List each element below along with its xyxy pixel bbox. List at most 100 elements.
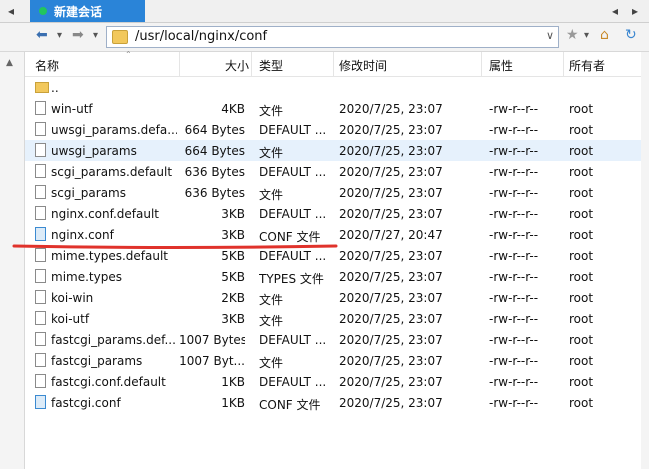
file-owner: root <box>569 291 594 305</box>
column-attr-header[interactable]: 属性 <box>489 57 513 74</box>
file-type: 文件 <box>259 293 284 307</box>
file-list: .. win-utf 4KB 文件 2020/7/25, 23:07 -rw-r--r--… <box>25 77 641 469</box>
file-name: .. <box>51 81 59 95</box>
favorites-dropdown-icon[interactable]: ▾ <box>584 30 589 41</box>
sort-indicator-icon: ⌃ <box>125 50 132 59</box>
file-row[interactable]: scgi_params 636 Bytes 文件 2020/7/25, 23:07 -r… <box>25 182 641 203</box>
file-type: DEFAULT ... <box>259 333 327 347</box>
file-modified: 2020/7/25, 23:07 <box>339 354 443 368</box>
file-attr: -rw-r--r-- <box>489 249 539 263</box>
file-row[interactable]: fastcgi.conf.default 1KB DEFAULT ... 2020/7… <box>25 371 641 392</box>
file-modified: 2020/7/27, 20:47 <box>339 228 443 242</box>
column-divider[interactable] <box>481 52 482 76</box>
file-type: 文件 <box>259 104 284 118</box>
file-icon <box>35 143 46 157</box>
file-owner: root <box>569 249 594 263</box>
file-modified: 2020/7/25, 23:07 <box>339 144 443 158</box>
file-owner: root <box>569 312 594 326</box>
file-icon <box>35 290 46 304</box>
file-modified: 2020/7/25, 23:07 <box>339 102 443 116</box>
file-type: 文件 <box>259 146 284 160</box>
path-text[interactable]: /usr/local/nginx/conf <box>135 29 267 44</box>
path-address-bar[interactable]: /usr/local/nginx/conf ∨ <box>106 26 559 48</box>
file-row[interactable]: fastcgi_params.def... 1007 Bytes DEFAULT .… <box>25 329 641 350</box>
column-divider[interactable] <box>333 52 334 76</box>
file-row[interactable]: scgi_params.default 636 Bytes DEFAULT ... 2… <box>25 161 641 182</box>
file-size: 3KB <box>221 207 245 221</box>
file-size: 3KB <box>221 228 245 242</box>
path-dropdown-icon[interactable]: ∨ <box>546 29 554 42</box>
column-type-header[interactable]: 类型 <box>259 57 283 74</box>
conf-file-icon <box>35 227 46 241</box>
file-attr: -rw-r--r-- <box>489 312 539 326</box>
file-attr: -rw-r--r-- <box>489 270 539 284</box>
file-name: koi-utf <box>51 312 90 326</box>
file-row[interactable]: koi-win 2KB 文件 2020/7/25, 23:07 -rw-r--r-- ro… <box>25 287 641 308</box>
forward-arrow-icon[interactable]: ➡ <box>72 27 84 43</box>
home-icon[interactable]: ⌂ <box>600 27 609 43</box>
file-name: fastcgi_params.def... <box>51 333 176 347</box>
file-modified: 2020/7/25, 23:07 <box>339 207 443 221</box>
file-icon <box>35 101 46 115</box>
tab-scroll-left-icon-right[interactable]: ◂ <box>612 4 618 18</box>
column-name-header[interactable]: 名称 <box>35 57 59 74</box>
file-row[interactable]: uwsgi_params 664 Bytes 文件 2020/7/25, 23:07 -… <box>25 140 641 161</box>
file-modified: 2020/7/25, 23:07 <box>339 270 443 284</box>
file-row[interactable]: nginx.conf.default 3KB DEFAULT ... 2020/7/2… <box>25 203 641 224</box>
tab-new-session[interactable]: 新建会话 <box>30 0 145 22</box>
file-icon <box>35 206 46 220</box>
file-name: uwsgi_params <box>51 144 137 158</box>
file-name: fastcgi.conf <box>51 396 121 410</box>
column-modified-header[interactable]: 修改时间 <box>339 57 387 74</box>
folder-icon <box>35 82 49 93</box>
column-divider[interactable] <box>251 52 252 76</box>
file-row[interactable]: win-utf 4KB 文件 2020/7/25, 23:07 -rw-r--r-- ro… <box>25 98 641 119</box>
column-owner-header[interactable]: 所有者 <box>569 57 605 74</box>
file-modified: 2020/7/25, 23:07 <box>339 333 443 347</box>
file-attr: -rw-r--r-- <box>489 375 539 389</box>
file-size: 3KB <box>221 312 245 326</box>
file-icon <box>35 353 46 367</box>
file-icon <box>35 311 46 325</box>
tab-label: 新建会话 <box>54 5 103 19</box>
file-row[interactable]: .. <box>25 77 641 98</box>
file-attr: -rw-r--r-- <box>489 291 539 305</box>
file-row[interactable]: uwsgi_params.defa... 664 Bytes DEFAULT ...… <box>25 119 641 140</box>
column-divider[interactable] <box>179 52 180 76</box>
file-name: nginx.conf <box>51 228 114 242</box>
file-row[interactable]: fastcgi_params 1007 Byt... 文件 2020/7/25, 23… <box>25 350 641 371</box>
file-owner: root <box>569 186 594 200</box>
file-row[interactable]: fastcgi.conf 1KB CONF 文件 2020/7/25, 23:07 -r… <box>25 392 641 413</box>
file-attr: -rw-r--r-- <box>489 354 539 368</box>
file-row[interactable]: mime.types 5KB TYPES 文件 2020/7/25, 23:07 -rw… <box>25 266 641 287</box>
forward-history-dropdown-icon[interactable]: ▾ <box>93 30 98 41</box>
file-list-header: 名称 ⌃ 大小 类型 修改时间 属性 所有者 <box>25 50 641 77</box>
file-row[interactable]: koi-utf 3KB 文件 2020/7/25, 23:07 -rw-r--r-- ro… <box>25 308 641 329</box>
file-modified: 2020/7/25, 23:07 <box>339 312 443 326</box>
file-attr: -rw-r--r-- <box>489 396 539 410</box>
connection-status-icon <box>39 7 47 15</box>
file-attr: -rw-r--r-- <box>489 165 539 179</box>
file-name: nginx.conf.default <box>51 207 160 221</box>
file-owner: root <box>569 123 594 137</box>
tab-scroll-left-icon[interactable]: ◂ <box>8 4 14 18</box>
file-type: DEFAULT ... <box>259 375 327 389</box>
file-type: DEFAULT ... <box>259 165 327 179</box>
column-size-header[interactable]: 大小 <box>225 57 249 74</box>
back-arrow-icon[interactable]: ⬅ <box>36 27 48 43</box>
file-size: 1007 Bytes <box>179 333 245 347</box>
scroll-up-icon[interactable]: ▲ <box>6 58 13 68</box>
file-modified: 2020/7/25, 23:07 <box>339 396 443 410</box>
file-modified: 2020/7/25, 23:07 <box>339 249 443 263</box>
tab-scroll-right-icon[interactable]: ▸ <box>632 4 638 18</box>
file-owner: root <box>569 207 594 221</box>
file-attr: -rw-r--r-- <box>489 144 539 158</box>
file-attr: -rw-r--r-- <box>489 186 539 200</box>
favorite-star-icon[interactable]: ★ <box>566 27 579 43</box>
file-name: fastcgi.conf.default <box>51 375 166 389</box>
vertical-scrollbar[interactable] <box>641 52 649 469</box>
refresh-icon[interactable]: ↻ <box>625 27 637 43</box>
back-history-dropdown-icon[interactable]: ▾ <box>57 30 62 41</box>
column-divider[interactable] <box>563 52 564 76</box>
file-owner: root <box>569 102 594 116</box>
